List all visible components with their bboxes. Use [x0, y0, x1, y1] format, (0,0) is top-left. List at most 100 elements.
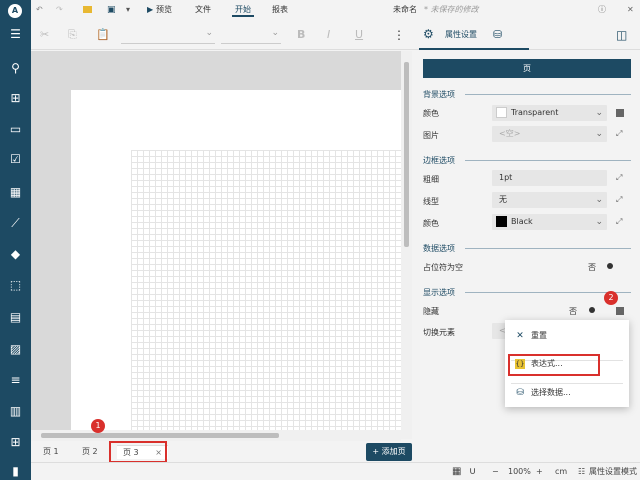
close-icon[interactable]: ✕ — [627, 3, 634, 17]
add-page-button[interactable]: + 添加页 — [366, 443, 412, 461]
checkbox-icon[interactable]: ☑ — [8, 152, 23, 167]
menu-item-reset[interactable]: ✕ 重置 — [505, 326, 629, 346]
picture-icon[interactable]: ▨ — [8, 342, 23, 357]
color-swatch — [496, 216, 507, 227]
menu-item-select-data[interactable]: ⛁ 选择数据... — [505, 383, 629, 403]
vertical-scroll-thumb[interactable] — [404, 62, 409, 247]
app-logo-icon[interactable]: A — [8, 4, 22, 18]
grid-toggle-icon[interactable]: ▦ — [452, 466, 461, 478]
cut-icon[interactable]: ✂ — [40, 27, 49, 43]
font-family-select[interactable]: ⌄ — [121, 26, 215, 44]
unit-label[interactable]: cm — [555, 466, 567, 478]
section-divider — [465, 160, 631, 161]
expand-icon[interactable]: ⤢ — [616, 174, 624, 182]
gear-icon: ⚙ — [423, 27, 434, 41]
section-divider — [465, 94, 631, 95]
menu-start[interactable]: 开始 — [232, 3, 254, 17]
expand-icon[interactable]: ⤢ — [616, 130, 624, 138]
database-icon[interactable]: ⛁ — [493, 27, 502, 43]
line-icon[interactable]: ⟋ — [8, 216, 23, 231]
chart-icon[interactable]: ▮ — [8, 464, 23, 479]
hidden-value: 否 — [569, 307, 577, 316]
hidden-toggle[interactable] — [587, 305, 605, 315]
shape-icon[interactable]: ◆ — [8, 247, 23, 262]
expand-icon[interactable]: ⤢ — [616, 196, 624, 204]
sliders-icon[interactable]: ☷ — [578, 466, 585, 478]
image-select-icon[interactable]: ⬚ — [8, 278, 23, 293]
report-designer-app: A ☰ ⚲ ⊞ ▭ ☑ ▦ ⟋ ◆ ⬚ ▤ ▨ ≡ ▥ ⊞ ▮ ↶ ↷ ▣ ▾ … — [0, 0, 640, 480]
matrix-icon[interactable]: ⊞ — [8, 435, 23, 450]
menu-item-reset-label: 重置 — [531, 331, 547, 340]
page-grid — [131, 150, 412, 439]
tree-icon[interactable]: ⚲ — [8, 61, 23, 76]
horizontal-scroll-thumb[interactable] — [41, 433, 279, 438]
border-color-select[interactable]: Black ⌄ — [492, 214, 607, 230]
copy-icon[interactable]: ⎘ — [68, 27, 77, 43]
page-tab-2[interactable]: 页 2 — [82, 445, 98, 459]
design-surface[interactable] — [31, 51, 412, 439]
font-size-select[interactable]: ⌄ — [221, 26, 281, 44]
section-data: 数据选项 — [423, 244, 455, 253]
expand-icon[interactable]: ⤢ — [616, 218, 624, 226]
zoom-in-icon[interactable]: + — [536, 466, 543, 478]
preview-button[interactable]: 预览 — [156, 3, 172, 17]
redo-icon[interactable]: ↷ — [56, 3, 63, 17]
property-marker-icon[interactable] — [616, 307, 624, 315]
menu-report[interactable]: 报表 — [272, 3, 288, 17]
hidden-label: 隐藏 — [423, 307, 439, 316]
list-icon[interactable]: ≡ — [8, 373, 23, 388]
section-border: 边框选项 — [423, 156, 455, 165]
bg-image-select[interactable]: <空> ⌄ — [492, 126, 607, 142]
placeholder-toggle[interactable] — [605, 261, 623, 271]
grid-table-icon[interactable]: ▥ — [8, 404, 23, 419]
info-icon[interactable]: ⓘ — [598, 3, 606, 17]
zoom-out-icon[interactable]: − — [492, 466, 499, 478]
toggle-knob — [589, 307, 595, 313]
menu-icon[interactable]: ☰ — [8, 27, 23, 42]
chevron-down-icon: ⌄ — [205, 28, 213, 38]
open-folder-icon[interactable] — [83, 6, 92, 13]
border-width-input[interactable]: 1pt — [492, 170, 607, 186]
border-style-select[interactable]: 无 ⌄ — [492, 192, 607, 208]
property-marker-icon[interactable] — [616, 109, 624, 117]
vertical-scrollbar[interactable] — [401, 51, 412, 439]
play-icon[interactable]: ▶ — [147, 3, 153, 17]
title-bar: ↶ ↷ ▣ ▾ ▶ 预览 文件 开始 报表 未命名 * 未保存的修改 ⓘ ✕ — [31, 0, 640, 20]
undo-icon[interactable]: ↶ — [36, 3, 43, 17]
bg-color-select[interactable]: Transparent ⌄ — [492, 105, 607, 121]
callout-badge-1: 1 — [91, 419, 105, 433]
save-dropdown-icon[interactable]: ▾ — [126, 3, 130, 17]
table-icon[interactable]: ▦ — [8, 185, 23, 200]
bold-icon[interactable]: B — [297, 27, 305, 43]
horizontal-scrollbar[interactable] — [31, 430, 401, 441]
tab-properties-label: 属性设置 — [445, 30, 477, 39]
border-width-label: 粗细 — [423, 175, 439, 184]
bg-color-value: Transparent — [511, 108, 559, 117]
more-icon[interactable]: ⋮ — [393, 27, 405, 43]
save-icon[interactable]: ▣ — [107, 3, 116, 17]
bg-color-label: 颜色 — [423, 109, 439, 118]
layout-icon[interactable]: ⊞ — [8, 91, 23, 106]
chevron-down-icon: ⌄ — [595, 195, 603, 205]
close-icon: ✕ — [516, 331, 524, 341]
underline-icon[interactable]: U — [355, 27, 363, 43]
italic-icon[interactable]: I — [327, 27, 330, 43]
zoom-level[interactable]: 100% — [508, 466, 531, 478]
richtext-icon[interactable]: ▤ — [8, 310, 23, 325]
section-divider — [465, 248, 631, 249]
mode-label[interactable]: 属性设置模式 — [589, 466, 637, 478]
document-name: 未命名 — [393, 5, 417, 14]
left-toolbox: A ☰ ⚲ ⊞ ▭ ☑ ▦ ⟋ ◆ ⬚ ▤ ▨ ≡ ▥ ⊞ ▮ — [0, 0, 31, 480]
panel-toggle-icon[interactable]: ◫ — [616, 27, 627, 43]
paste-icon[interactable]: 📋 — [96, 27, 110, 43]
magnet-icon[interactable]: ∪ — [469, 466, 476, 478]
page-tab-1[interactable]: 页 1 — [43, 445, 59, 459]
menu-file[interactable]: 文件 — [195, 3, 211, 17]
report-page[interactable] — [71, 90, 412, 439]
textbox-icon[interactable]: ▭ — [8, 122, 23, 137]
bg-image-label: 图片 — [423, 131, 439, 140]
plus-icon: + — [372, 447, 380, 456]
tab-properties[interactable]: ⚙ 属性设置 — [419, 20, 529, 50]
border-width-value: 1pt — [499, 173, 513, 182]
border-style-value: 无 — [499, 195, 507, 204]
